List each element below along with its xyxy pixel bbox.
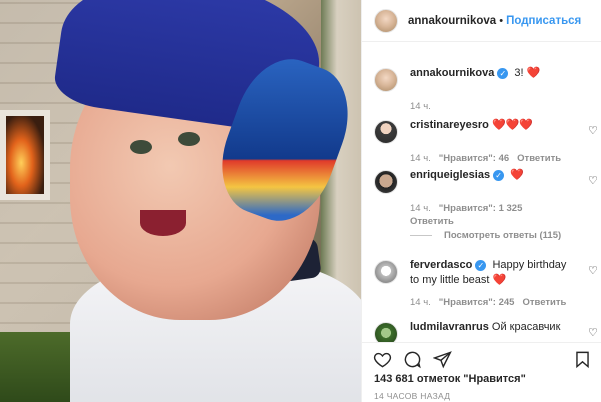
share-icon[interactable] (432, 349, 452, 369)
comment-text-block: enriqueiglesias ✓ ❤️ (410, 168, 575, 183)
comment-icon[interactable] (402, 349, 422, 369)
reply-button[interactable]: Ответить (522, 297, 566, 308)
comment-time: 14 ч. (410, 297, 431, 308)
post-photo[interactable] (0, 0, 361, 402)
photo-eye-right (178, 132, 200, 146)
comment-username[interactable]: ferverdasco (410, 259, 472, 271)
comment-item: cristinareyesro ❤️❤️❤️ 14 ч. "Нравится": … (374, 118, 600, 165)
reply-button[interactable]: Ответить (410, 216, 454, 227)
comment-text: Ой красавчик (491, 321, 561, 333)
reply-button[interactable]: Ответить (517, 153, 561, 164)
caption: annakournikova ✓ 3! ❤️ 14 ч. (374, 66, 600, 113)
post-actions: 143 681 отметок "Нравится" 14 ЧАСОВ НАЗА… (362, 342, 601, 402)
heart-icon[interactable]: ♡ (588, 176, 598, 187)
comment-time: 14 ч. (410, 153, 431, 164)
verified-icon: ✓ (497, 67, 509, 79)
comment-meta: 14 ч. "Нравится": 46 Ответить (410, 152, 600, 165)
comment-text-block: cristinareyesro ❤️❤️❤️ (410, 118, 575, 133)
comment-text-block: ludmilavranrus Ой красавчик (410, 320, 575, 335)
heart-icon[interactable]: ♡ (588, 328, 598, 339)
photo-eye-left (130, 140, 152, 154)
view-replies-button[interactable]: Посмотреть ответы (115) (410, 230, 561, 241)
replies-divider (410, 235, 432, 236)
comment-likes[interactable]: "Нравится": 1 325 (439, 203, 523, 214)
comments-list[interactable]: annakournikova ✓ 3! ❤️ 14 ч. cristinareye… (362, 42, 601, 342)
action-icons (362, 343, 601, 369)
comment-username[interactable]: cristinareyesro (410, 119, 489, 131)
avatar[interactable] (374, 120, 398, 144)
avatar[interactable] (374, 8, 398, 33)
comment-item: enriqueiglesias ✓ ❤️ 14 ч. "Нравится": 1 3… (374, 168, 600, 228)
avatar[interactable] (374, 170, 398, 194)
caption-meta: 14 ч. (410, 100, 600, 113)
caption-text-block: annakournikova ✓ 3! ❤️ (410, 66, 575, 81)
comment-meta: 14 ч. "Нравится": 1 325 Ответить (410, 202, 600, 228)
caption-username[interactable]: annakournikova (410, 67, 494, 79)
heart-icon[interactable]: ♡ (588, 126, 598, 137)
comment-username[interactable]: ludmilavranrus (410, 321, 489, 333)
post-side-panel: annakournikova • Подписаться annakournik… (361, 0, 601, 402)
avatar[interactable] (374, 322, 398, 342)
comment-item: ferverdasco ✓ Happy birthday to my little… (374, 258, 600, 309)
heart-icon[interactable]: ♡ (588, 266, 598, 277)
comment-text: ❤️ (510, 169, 524, 181)
comment-item: ludmilavranrus Ой красавчик ♡ (374, 320, 600, 342)
comment-likes[interactable]: "Нравится": 46 (439, 153, 509, 164)
bookmark-icon[interactable] (572, 349, 592, 369)
comment-username[interactable]: enriqueiglesias (410, 169, 490, 181)
follow-button[interactable]: Подписаться (506, 15, 581, 27)
comment-meta: 14 ч. "Нравится": 245 Ответить (410, 296, 600, 309)
post-timestamp: 14 ЧАСОВ НАЗАД (374, 391, 451, 401)
caption-text: 3! ❤️ (514, 67, 541, 79)
separator-dot: • (499, 14, 504, 27)
avatar[interactable] (374, 68, 398, 92)
photo-fireplace (0, 110, 50, 200)
likes-count[interactable]: 143 681 отметок "Нравится" (362, 373, 601, 385)
post-header: annakournikova • Подписаться (362, 0, 601, 42)
post-author-username[interactable]: annakournikova (408, 15, 496, 27)
avatar[interactable] (374, 260, 398, 284)
comment-time: 14 ч. (410, 203, 431, 214)
verified-icon: ✓ (475, 259, 487, 271)
comment-text: ❤️❤️❤️ (491, 119, 534, 131)
view-replies-label: Посмотреть ответы (115) (444, 230, 562, 241)
photo-mouth (140, 210, 186, 236)
caption-time: 14 ч. (410, 101, 431, 112)
comment-text-block: ferverdasco ✓ Happy birthday to my little… (410, 258, 575, 288)
comment-likes[interactable]: "Нравится": 245 (439, 297, 515, 308)
heart-icon[interactable] (372, 349, 392, 369)
verified-icon: ✓ (493, 169, 505, 181)
